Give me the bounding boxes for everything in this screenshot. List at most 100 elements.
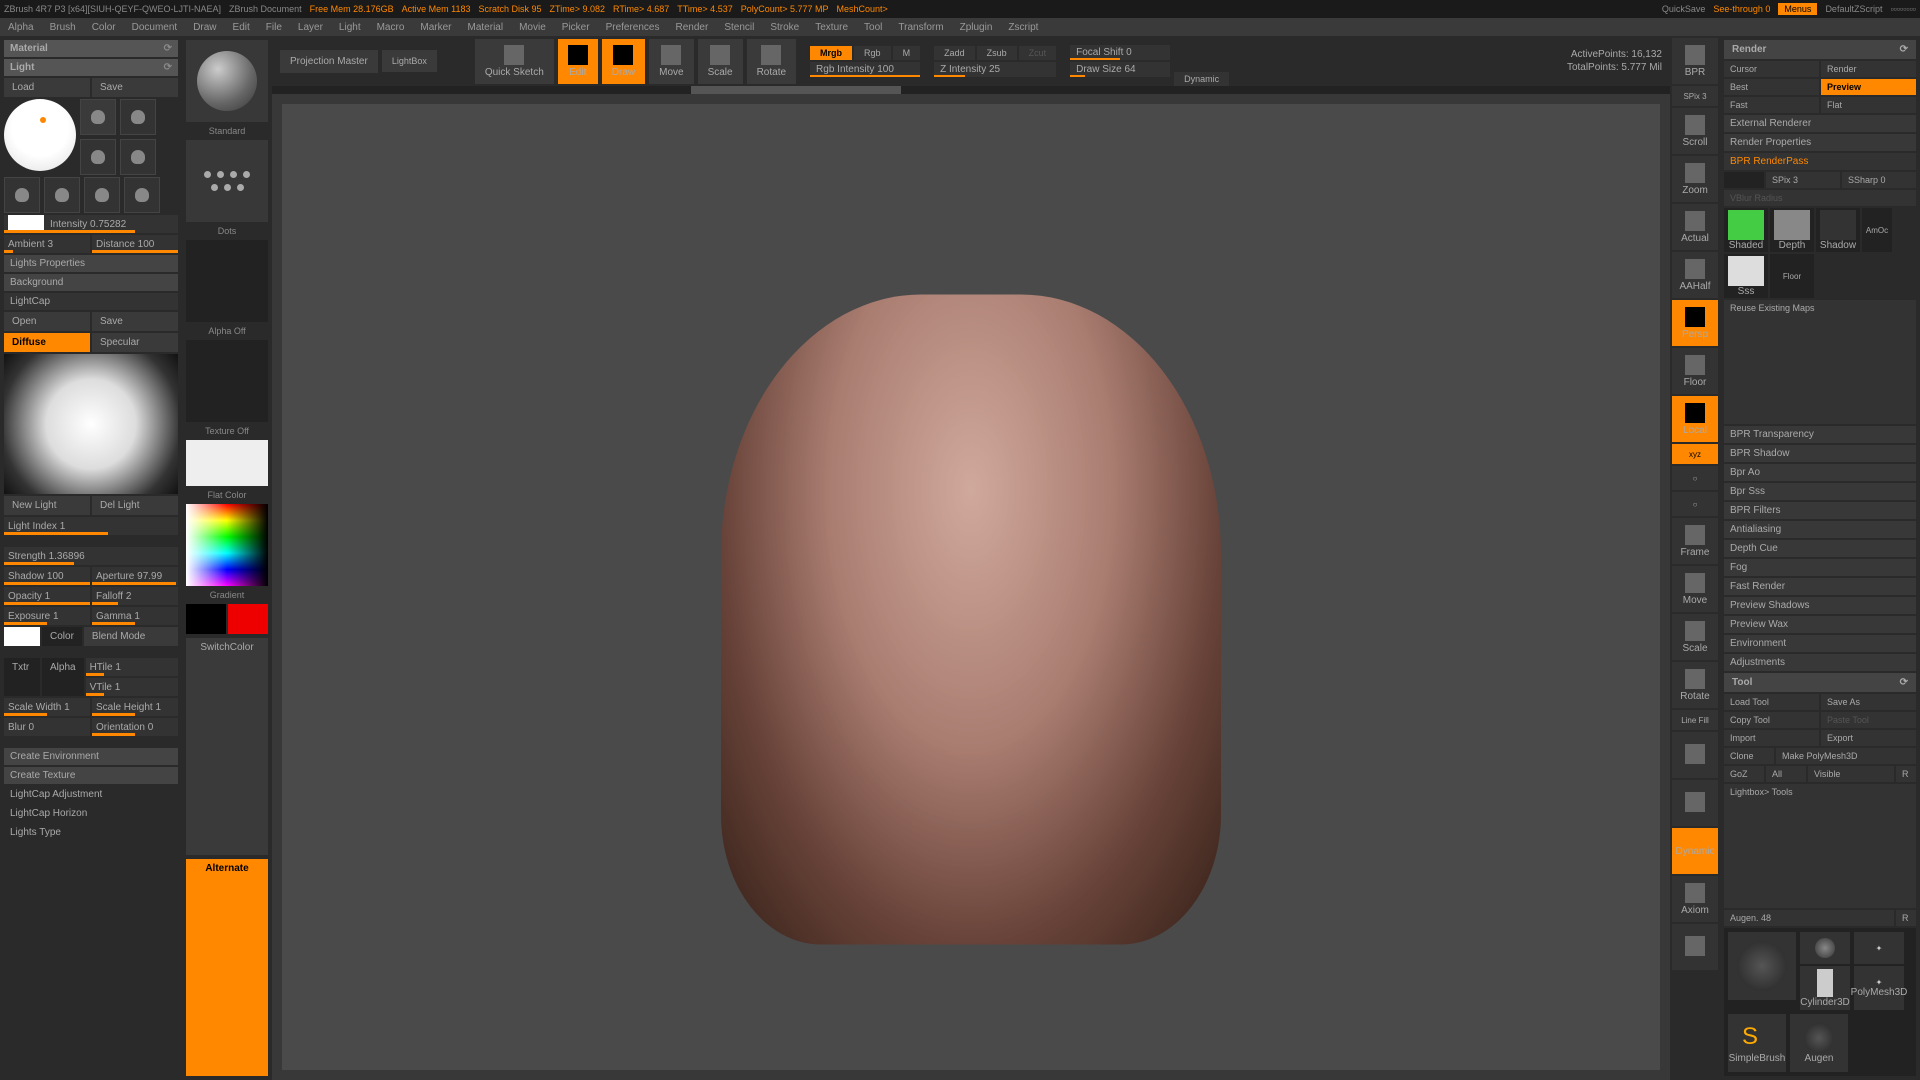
scale-viewport-button[interactable]: Scale (1672, 614, 1718, 660)
tool-augen-big[interactable] (1728, 932, 1796, 1000)
menu-brush[interactable]: Brush (50, 22, 76, 33)
default-script[interactable]: DefaultZScript (1825, 4, 1882, 14)
preview-button[interactable]: Preview (1821, 79, 1916, 95)
save-button[interactable]: Save (92, 78, 178, 97)
blur-slider[interactable]: Blur 0 (4, 718, 90, 736)
fast-render-section[interactable]: Fast Render (1724, 578, 1916, 595)
material-header[interactable]: Material⟳ (4, 40, 178, 57)
exposure-slider[interactable]: Exposure 1 (4, 607, 90, 625)
lights-properties-section[interactable]: Lights Properties (4, 255, 178, 272)
preview-shadows-section[interactable]: Preview Shadows (1724, 597, 1916, 614)
texture-thumb[interactable] (186, 340, 268, 422)
menus-button[interactable]: Menus (1778, 3, 1817, 15)
strength-slider[interactable]: Strength 1.36896 (4, 547, 178, 565)
lightbox-tools-button[interactable]: Lightbox> Tools (1724, 784, 1916, 908)
shadow-slider[interactable]: Shadow 100 (4, 567, 90, 585)
menu-alpha[interactable]: Alpha (8, 22, 34, 33)
rotate-viewport-button[interactable]: Rotate (1672, 662, 1718, 708)
spix-slider[interactable]: SPix 3 (1672, 86, 1718, 106)
menu-marker[interactable]: Marker (420, 22, 451, 33)
menu-preferences[interactable]: Preferences (606, 22, 660, 33)
bpr-button[interactable]: BPR (1672, 38, 1718, 84)
collapse-icon[interactable]: ⟳ (164, 43, 172, 54)
distance-slider[interactable]: Distance 100 (92, 235, 178, 253)
background-section[interactable]: Background (4, 274, 178, 291)
bpr-renderpass-section[interactable]: BPR RenderPass (1724, 153, 1916, 170)
light-slot-8[interactable] (124, 177, 160, 213)
draw-button[interactable]: Draw (602, 39, 645, 84)
axis-y-button[interactable]: ○ (1672, 492, 1718, 516)
zsub-button[interactable]: Zsub (977, 46, 1017, 60)
new-light-button[interactable]: New Light (4, 496, 90, 515)
menu-macro[interactable]: Macro (377, 22, 405, 33)
sculpt-model[interactable] (721, 295, 1221, 945)
tool-cylinder[interactable]: Cylinder3D (1800, 966, 1850, 1010)
pin-icon[interactable]: ⟳ (1900, 677, 1908, 688)
collapse-icon[interactable]: ⟳ (164, 62, 172, 73)
stroke-thumb[interactable] (186, 140, 268, 222)
bpr-transparency-section[interactable]: BPR Transparency (1724, 426, 1916, 443)
shaded-pass[interactable]: Shaded (1724, 208, 1768, 252)
menu-color[interactable]: Color (92, 22, 116, 33)
lightcap-section[interactable]: LightCap (4, 293, 178, 310)
external-renderer-section[interactable]: External Renderer (1724, 115, 1916, 132)
light-direction-sphere[interactable] (4, 99, 76, 171)
render-header[interactable]: Render⟳ (1724, 40, 1916, 59)
secondary-color-swatch[interactable] (186, 604, 226, 634)
lightcap-color-swatch[interactable] (4, 627, 40, 646)
zadd-button[interactable]: Zadd (934, 46, 975, 60)
export-button[interactable]: Export (1821, 730, 1916, 746)
menu-zscript[interactable]: Zscript (1008, 22, 1038, 33)
load-button[interactable]: Load (4, 78, 90, 97)
menu-document[interactable]: Document (132, 22, 178, 33)
create-environment-button[interactable]: Create Environment (4, 748, 178, 765)
antialiasing-section[interactable]: Antialiasing (1724, 521, 1916, 538)
render-button[interactable]: Render (1821, 61, 1916, 77)
light-slot-3[interactable] (80, 139, 116, 175)
bpr-shadow-section[interactable]: BPR Shadow (1724, 445, 1916, 462)
menu-stencil[interactable]: Stencil (724, 22, 754, 33)
adjustments-section[interactable]: Adjustments (1724, 654, 1916, 671)
menu-transform[interactable]: Transform (898, 22, 943, 33)
htile-slider[interactable]: HTile 1 (86, 658, 178, 676)
current-tool-label[interactable]: Augen. 48 (1724, 910, 1894, 926)
menu-layer[interactable]: Layer (298, 22, 323, 33)
light-index-slider[interactable]: Light Index 1 (4, 517, 178, 535)
import-button[interactable]: Import (1724, 730, 1819, 746)
menu-light[interactable]: Light (339, 22, 361, 33)
pin-icon[interactable]: ⟳ (1900, 44, 1908, 55)
menu-zplugin[interactable]: Zplugin (960, 22, 993, 33)
flat-button[interactable]: Flat (1821, 97, 1916, 113)
persp-button[interactable]: Persp (1672, 300, 1718, 346)
tool-augen[interactable]: Augen (1790, 1014, 1848, 1072)
actual-button[interactable]: Actual (1672, 204, 1718, 250)
lightcap-adjustment-section[interactable]: LightCap Adjustment (4, 786, 178, 803)
misc-button-1[interactable] (1672, 924, 1718, 970)
open-button[interactable]: Open (4, 312, 90, 331)
lightcap-horizon-section[interactable]: LightCap Horizon (4, 805, 178, 822)
alpha-thumb[interactable] (186, 240, 268, 322)
menu-draw[interactable]: Draw (193, 22, 216, 33)
ssharp-value[interactable]: SSharp 0 (1842, 172, 1916, 188)
goz-button[interactable]: GoZ (1724, 766, 1764, 782)
rgb-intensity-slider[interactable]: Rgb Intensity 100 (810, 62, 920, 77)
light-slot-7[interactable] (84, 177, 120, 213)
txtr-label[interactable]: Txtr (4, 658, 40, 696)
ambient-slider[interactable]: Ambient 3 (4, 235, 90, 253)
vblur-slider[interactable]: VBlur Radius (1724, 190, 1916, 206)
z-intensity-slider[interactable]: Z Intensity 25 (934, 62, 1056, 77)
gamma-slider[interactable]: Gamma 1 (92, 607, 178, 625)
axis-x-button[interactable]: ○ (1672, 466, 1718, 490)
menu-texture[interactable]: Texture (815, 22, 848, 33)
frame-button[interactable]: Frame (1672, 518, 1718, 564)
depth-cue-section[interactable]: Depth Cue (1724, 540, 1916, 557)
axiom-button[interactable]: Axiom (1672, 876, 1718, 922)
environment-section[interactable]: Environment (1724, 635, 1916, 652)
light-header[interactable]: Light⟳ (4, 59, 178, 76)
seethrough-slider[interactable]: See-through 0 (1713, 4, 1770, 14)
specular-button[interactable]: Specular (92, 333, 178, 352)
tool-r-button[interactable]: R (1896, 910, 1916, 926)
fog-section[interactable]: Fog (1724, 559, 1916, 576)
sss-pass[interactable]: Sss (1724, 254, 1768, 298)
diffuse-button[interactable]: Diffuse (4, 333, 90, 352)
